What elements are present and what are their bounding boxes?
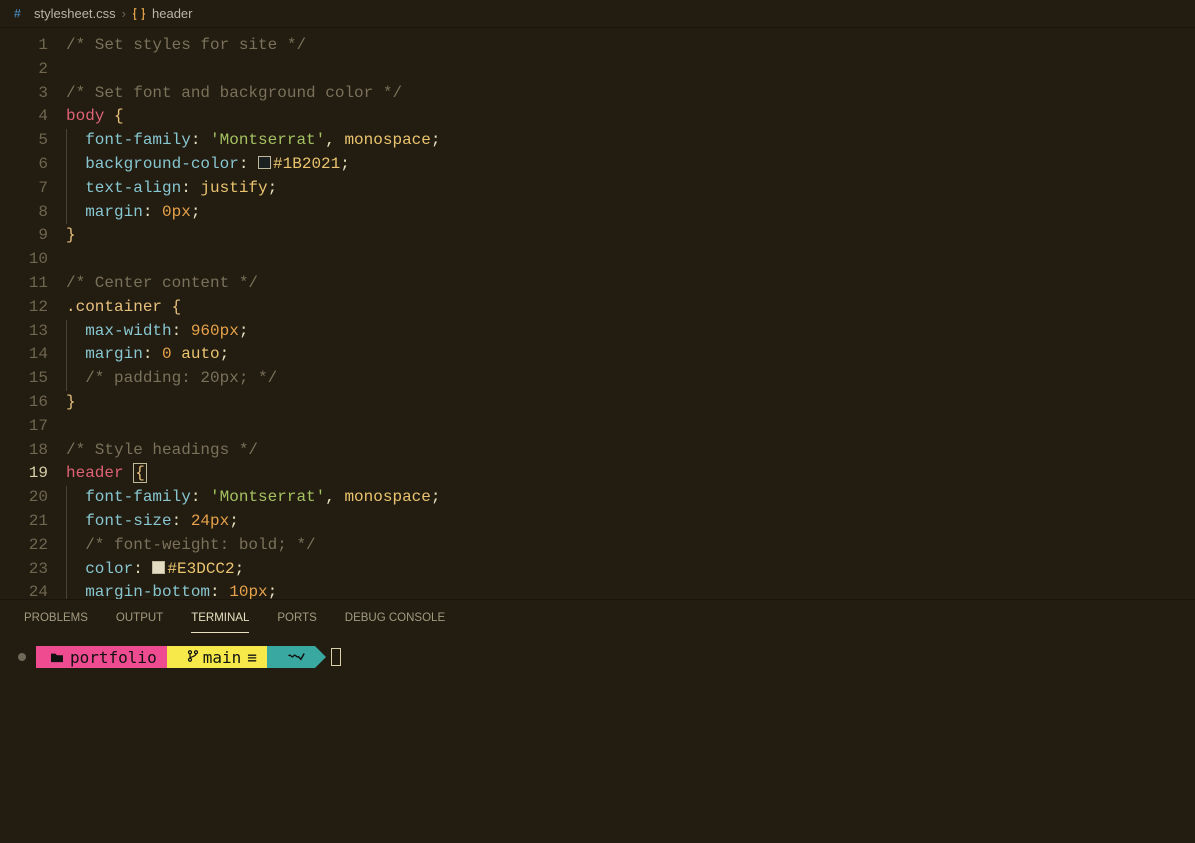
code-line[interactable]: background-color: #1B2021;: [66, 153, 1195, 177]
terminal-body[interactable]: portfolio main ≡: [0, 636, 1195, 843]
code-line[interactable]: [66, 58, 1195, 82]
code-line[interactable]: /* Style headings */: [66, 439, 1195, 463]
line-number: 24: [0, 581, 48, 599]
code-editor[interactable]: 123456789101112131415161718192021222324 …: [0, 28, 1195, 599]
line-number: 12: [0, 296, 48, 320]
terminal-prompt[interactable]: portfolio main ≡: [18, 644, 1177, 670]
code-line[interactable]: /* Set styles for site */: [66, 34, 1195, 58]
color-swatch: [152, 561, 165, 574]
panel-tab-terminal[interactable]: TERMINAL: [191, 604, 249, 633]
line-number: 9: [0, 224, 48, 248]
panel-tabs: PROBLEMS OUTPUT TERMINAL PORTS DEBUG CONSOLE: [0, 600, 1195, 636]
code-line[interactable]: body {: [66, 105, 1195, 129]
line-number: 23: [0, 558, 48, 582]
breadcrumb: # stylesheet.css › header: [0, 0, 1195, 28]
code-line[interactable]: }: [66, 224, 1195, 248]
line-number: 4: [0, 105, 48, 129]
line-number: 16: [0, 391, 48, 415]
panel-tab-ports[interactable]: PORTS: [277, 604, 316, 633]
code-line[interactable]: margin-bottom: 10px;: [66, 581, 1195, 599]
code-line[interactable]: }: [66, 391, 1195, 415]
line-number: 15: [0, 367, 48, 391]
line-number: 5: [0, 129, 48, 153]
code-line[interactable]: color: #E3DCC2;: [66, 558, 1195, 582]
line-number: 10: [0, 248, 48, 272]
code-line[interactable]: [66, 248, 1195, 272]
code-line[interactable]: max-width: 960px;: [66, 320, 1195, 344]
code-line[interactable]: margin: 0 auto;: [66, 343, 1195, 367]
panel-tab-problems[interactable]: PROBLEMS: [24, 604, 88, 633]
line-number: 6: [0, 153, 48, 177]
brackets-icon: [132, 7, 146, 21]
code-line[interactable]: /* padding: 20px; */: [66, 367, 1195, 391]
css-file-icon: #: [14, 7, 28, 21]
code-content[interactable]: /* Set styles for site */ /* Set font and…: [66, 28, 1195, 599]
bottom-panel: PROBLEMS OUTPUT TERMINAL PORTS DEBUG CONSOLE…: [0, 599, 1195, 843]
prompt-branch-name: main: [203, 648, 242, 667]
code-line[interactable]: font-size: 24px;: [66, 510, 1195, 534]
prompt-folder-name: portfolio: [70, 648, 157, 667]
line-number: 3: [0, 82, 48, 106]
code-line[interactable]: text-align: justify;: [66, 177, 1195, 201]
prompt-status-icon: [287, 648, 305, 667]
line-number: 17: [0, 415, 48, 439]
folder-icon: [50, 648, 64, 667]
code-line[interactable]: header {: [66, 462, 1195, 486]
line-number: 13: [0, 320, 48, 344]
line-number: 18: [0, 439, 48, 463]
code-line[interactable]: /* Set font and background color */: [66, 82, 1195, 106]
line-number: 1: [0, 34, 48, 58]
prompt-branch-sync: ≡: [247, 648, 257, 667]
prompt-folder-segment: portfolio: [36, 646, 167, 668]
prompt-status-segment: [267, 646, 315, 668]
code-line[interactable]: [66, 415, 1195, 439]
line-number: 8: [0, 201, 48, 225]
line-number: 14: [0, 343, 48, 367]
code-line[interactable]: margin: 0px;: [66, 201, 1195, 225]
line-number: 11: [0, 272, 48, 296]
panel-tab-debug-console[interactable]: DEBUG CONSOLE: [345, 604, 445, 633]
code-line[interactable]: /* Center content */: [66, 272, 1195, 296]
prompt-status-dot: [18, 653, 26, 661]
line-number: 7: [0, 177, 48, 201]
line-number: 22: [0, 534, 48, 558]
breadcrumb-separator: ›: [122, 6, 126, 21]
svg-text:#: #: [14, 7, 21, 21]
code-line[interactable]: font-family: 'Montserrat', monospace;: [66, 486, 1195, 510]
line-number: 2: [0, 58, 48, 82]
code-line[interactable]: .container {: [66, 296, 1195, 320]
terminal-cursor: [331, 648, 341, 666]
breadcrumb-file[interactable]: stylesheet.css: [34, 6, 116, 21]
branch-icon: [187, 648, 199, 667]
code-line[interactable]: /* font-weight: bold; */: [66, 534, 1195, 558]
prompt-branch-segment: main ≡: [167, 646, 267, 668]
line-number: 20: [0, 486, 48, 510]
panel-tab-output[interactable]: OUTPUT: [116, 604, 163, 633]
line-number: 19: [0, 462, 48, 486]
breadcrumb-symbol[interactable]: header: [152, 6, 192, 21]
code-line[interactable]: font-family: 'Montserrat', monospace;: [66, 129, 1195, 153]
line-number: 21: [0, 510, 48, 534]
line-number-gutter: 123456789101112131415161718192021222324: [0, 28, 66, 599]
color-swatch: [258, 156, 271, 169]
